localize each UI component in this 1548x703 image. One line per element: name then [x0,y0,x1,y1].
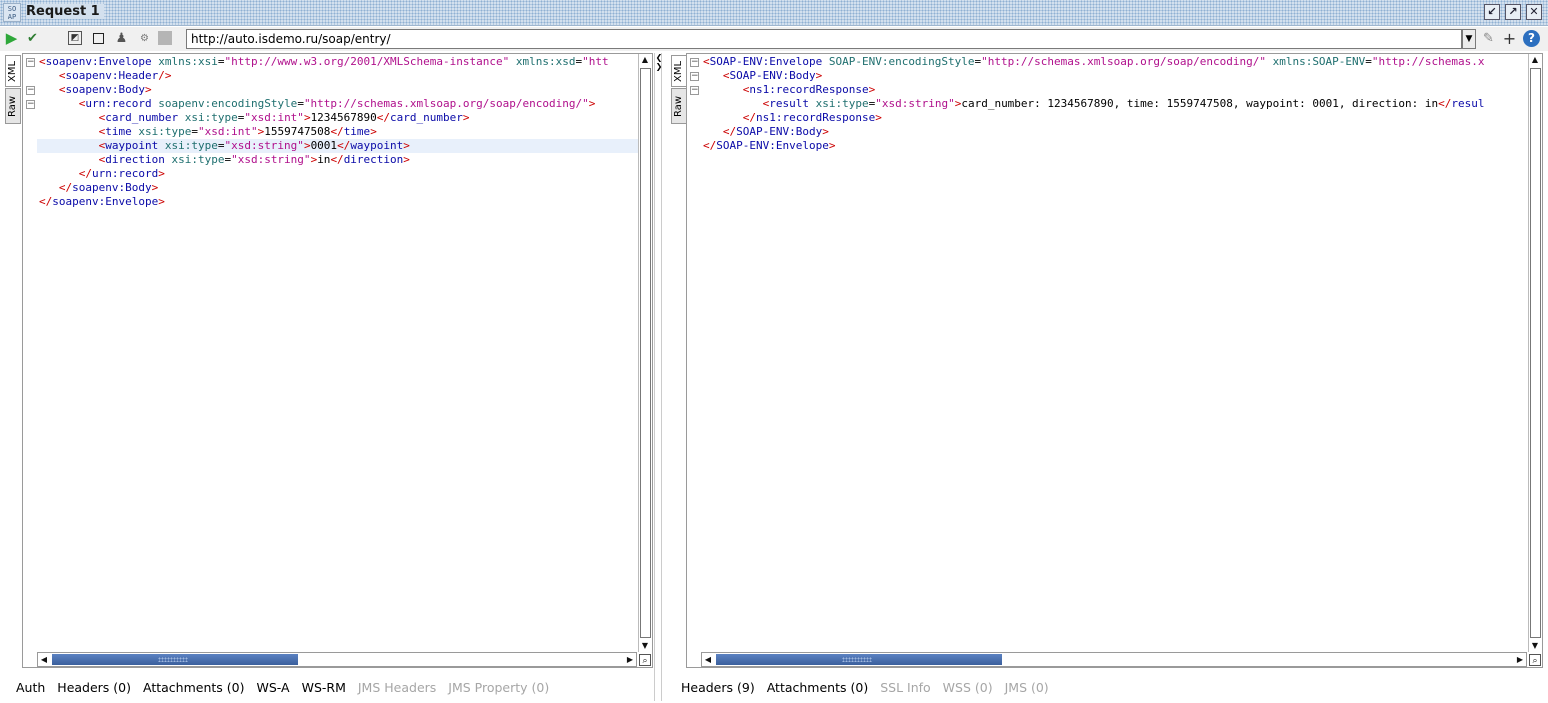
code-line[interactable]: <SOAP-ENV:Body> [701,69,1542,83]
response-panel: XML Raw − − − <SOAP-ENV:Envelope SOAP-EN… [664,53,1548,671]
code-line[interactable]: <time xsi:type="xsd:int">1559747508</tim… [37,125,652,139]
aspect-icon[interactable]: ◩ [68,31,82,45]
response-tab-attachments-0[interactable]: Attachments (0) [767,680,868,698]
add-icon[interactable]: + [1501,30,1518,47]
window-controls: ↙ ↗ ✕ [1484,4,1542,20]
collapse-right-icon[interactable]: ❯ [655,63,663,71]
response-xml-editor[interactable]: − − − <SOAP-ENV:Envelope SOAP-ENV:encodi… [686,53,1543,668]
restore-icon[interactable]: ↙ [1484,4,1500,20]
fold-toggle[interactable]: − [690,72,699,81]
response-tab-ssl-info[interactable]: SSL Info [880,680,930,698]
response-tab-headers-9[interactable]: Headers (9) [681,680,755,698]
vertical-scrollbar[interactable]: ▲ ▼ [1528,54,1542,652]
request-panel: XML Raw − − − <soapenv:Envelope xmlns:xs… [0,53,654,671]
request-tab-ws-a[interactable]: WS-A [257,680,290,698]
collapse-left-icon[interactable]: ❮ [655,54,663,62]
fold-toggle[interactable]: − [26,100,35,109]
code-line[interactable]: <soapenv:Body> [37,83,652,97]
scroll-up-icon[interactable]: ▲ [1529,54,1541,66]
request-xml-editor[interactable]: − − − <soapenv:Envelope xmlns:xsi="http:… [22,53,653,668]
code-line[interactable]: </ns1:recordResponse> [701,111,1542,125]
code-line[interactable]: </SOAP-ENV:Envelope> [701,139,1542,153]
stop-icon[interactable] [93,33,104,44]
request-view-tabs: XML Raw [3,53,22,133]
tab-raw[interactable]: Raw [671,88,687,124]
maximize-icon[interactable]: ↗ [1505,4,1521,20]
horizontal-scrollbar[interactable]: ◀ ▶ [701,652,1527,667]
scroll-right-icon[interactable]: ▶ [1514,654,1526,666]
code-line[interactable]: <soapenv:Header/> [37,69,652,83]
user-icon[interactable]: ♟ [113,30,130,47]
code-line[interactable]: </soapenv:Envelope> [37,195,652,209]
code-line[interactable]: <soapenv:Envelope xmlns:xsi="http://www.… [37,55,652,69]
request-tab-headers-0[interactable]: Headers (0) [57,680,131,698]
split-divider[interactable]: ❮ ❯ [654,53,662,701]
request-code[interactable]: <soapenv:Envelope xmlns:xsi="http://www.… [37,55,652,209]
request-bottom-tabs: Auth Headers (0) Attachments (0) WS-A WS-RM J… [16,680,549,698]
tab-raw[interactable]: Raw [5,88,21,124]
scroll-down-icon[interactable]: ▼ [639,640,651,652]
fold-toggle[interactable]: − [26,86,35,95]
code-line[interactable]: <SOAP-ENV:Envelope SOAP-ENV:encodingStyl… [701,55,1542,69]
scroll-up-icon[interactable]: ▲ [639,54,651,66]
scroll-left-icon[interactable]: ◀ [702,654,714,666]
fold-toggle[interactable]: − [690,58,699,67]
zoom-icon[interactable]: ⌕ [639,654,651,666]
vertical-scrollbar[interactable]: ▲ ▼ [638,54,652,652]
title-bar: SO AP Request 1 ↙ ↗ ✕ [0,0,1548,26]
scroll-thumb[interactable] [716,654,1002,665]
fold-toggle[interactable]: − [690,86,699,95]
request-tab-jms-property-0[interactable]: JMS Property (0) [448,680,549,698]
scroll-thumb[interactable] [52,654,298,665]
scroll-thumb[interactable] [640,68,651,638]
ws-icon[interactable]: ⚙ [136,30,153,47]
fold-gutter: − − − [687,54,701,667]
run-icon[interactable]: ▶ [3,30,20,47]
help-icon[interactable]: ? [1523,30,1540,47]
response-tab-wss-0[interactable]: WSS (0) [943,680,993,698]
scroll-right-icon[interactable]: ▶ [624,654,636,666]
code-line[interactable]: </SOAP-ENV:Body> [701,125,1542,139]
code-line[interactable]: <urn:record soapenv:encodingStyle="http:… [37,97,652,111]
fold-gutter: − − − [23,54,37,667]
chevron-down-icon[interactable]: ▼ [1462,29,1476,49]
request-tab-ws-rm[interactable]: WS-RM [302,680,346,698]
code-line[interactable]: <result xsi:type="xsd:string">card_numbe… [701,97,1542,111]
request-tab-jms-headers[interactable]: JMS Headers [358,680,436,698]
zoom-icon[interactable]: ⌕ [1529,654,1541,666]
request-toolbar: ▶ ✔ ◩ ♟ ⚙ http://auto.isdemo.ru/soap/ent… [0,27,1548,51]
endpoint-url-input[interactable]: http://auto.isdemo.ru/soap/entry/ [186,29,1462,49]
scroll-down-icon[interactable]: ▼ [1529,640,1541,652]
code-line[interactable]: <card_number xsi:type="xsd:int">12345678… [37,111,652,125]
request-tab-attachments-0[interactable]: Attachments (0) [143,680,244,698]
response-code[interactable]: <SOAP-ENV:Envelope SOAP-ENV:encodingStyl… [701,55,1542,153]
request-tab-auth[interactable]: Auth [16,680,45,698]
code-line[interactable]: </soapenv:Body> [37,181,652,195]
close-icon[interactable]: ✕ [1526,4,1542,20]
soap-icon: SO AP [3,3,21,22]
response-tab-jms-0[interactable]: JMS (0) [1005,680,1049,698]
code-line[interactable]: <direction xsi:type="xsd:string">in</dir… [37,153,652,167]
horizontal-scrollbar[interactable]: ◀ ▶ [37,652,637,667]
check-icon[interactable]: ✔ [24,30,41,47]
fold-toggle[interactable]: − [26,58,35,67]
edit-endpoint-icon[interactable]: ✎ [1480,30,1497,47]
scroll-thumb[interactable] [1530,68,1541,638]
code-line[interactable]: <ns1:recordResponse> [701,83,1542,97]
tab-xml[interactable]: XML [5,55,21,87]
response-bottom-tabs: Headers (9) Attachments (0) SSL Info WSS (0… [681,680,1049,698]
tab-xml[interactable]: XML [671,55,687,87]
window-title: Request 1 [26,4,104,19]
cancel-icon[interactable] [158,31,172,45]
scroll-left-icon[interactable]: ◀ [38,654,50,666]
code-line[interactable]: </urn:record> [37,167,652,181]
code-line[interactable]: <waypoint xsi:type="xsd:string">0001</wa… [37,139,652,153]
